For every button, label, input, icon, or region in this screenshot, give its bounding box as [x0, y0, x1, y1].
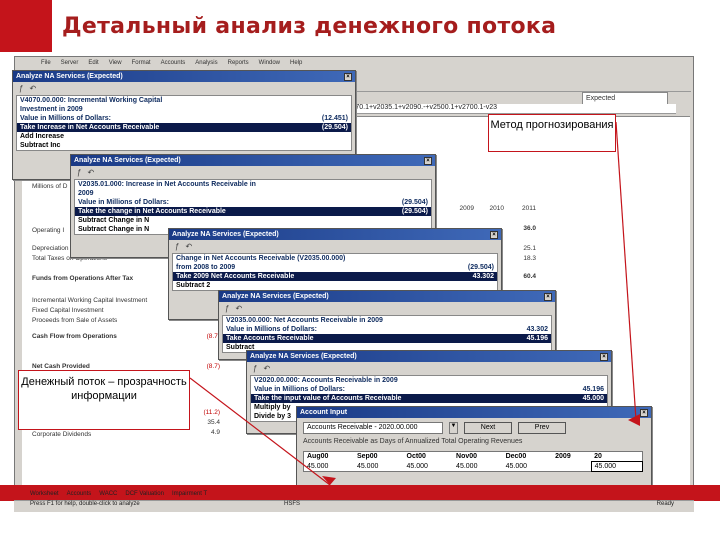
connector-method: [615, 121, 637, 421]
connector-cashflow: [189, 377, 331, 486]
arrow-head-icon: [628, 414, 640, 426]
callout-connectors: [189, 121, 640, 486]
